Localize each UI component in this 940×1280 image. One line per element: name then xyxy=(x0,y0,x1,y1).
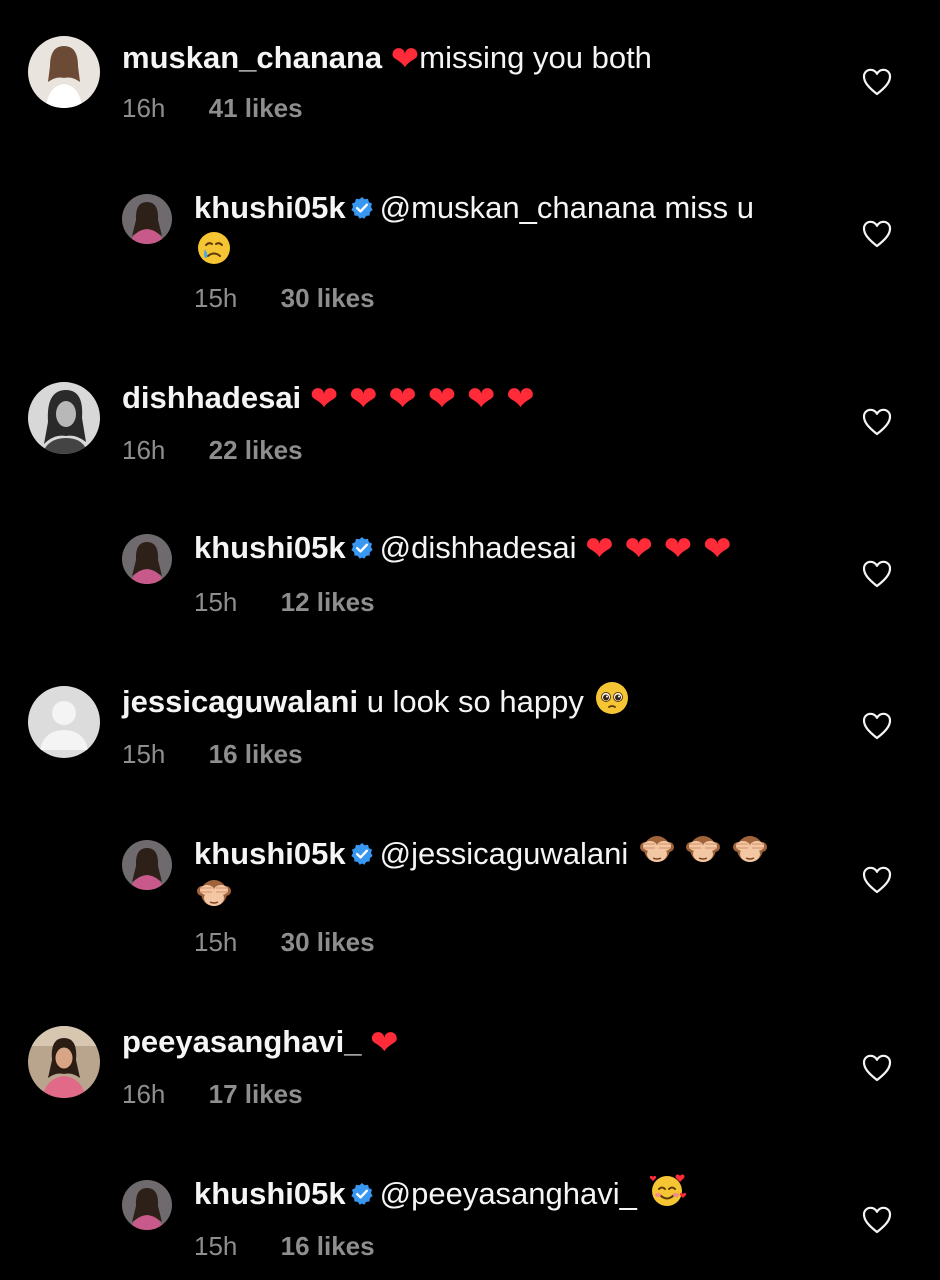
reply-message: @dishhadesai xyxy=(379,530,577,565)
crying-face-emoji xyxy=(196,230,232,266)
reply-time: 15h xyxy=(194,1231,238,1261)
reply-item: khushi05k @jessicaguwalani 15h 30 likes xyxy=(0,832,940,972)
comment-text: peeyasanghavi_ ❤ xyxy=(122,1020,822,1065)
comment-likes-count[interactable]: 22 likes xyxy=(209,434,303,466)
comment-item: peeyasanghavi_ ❤ 16h 17 likes xyxy=(0,1020,940,1120)
comment-username[interactable]: peeyasanghavi_ xyxy=(122,1024,362,1059)
comment-item: muskan_chanana ❤missing you both 16h 41 … xyxy=(0,36,940,136)
reply-likes-count[interactable]: 30 likes xyxy=(281,926,375,958)
reply-username[interactable]: khushi05k xyxy=(194,1176,346,1211)
verified-badge-icon xyxy=(350,536,374,560)
comment-time: 16h xyxy=(122,435,166,465)
avatar[interactable] xyxy=(28,1026,100,1098)
red-heart-emoji: ❤ ❤ ❤ ❤ xyxy=(585,529,732,569)
reply-meta: 15h 16 likes xyxy=(194,1230,375,1262)
comment-text: muskan_chanana ❤missing you both xyxy=(122,36,822,81)
reply-item: khushi05k @peeyasanghavi_ 15h 16 likes xyxy=(0,1172,940,1272)
avatar[interactable] xyxy=(28,36,100,108)
comment-meta: 16h 17 likes xyxy=(122,1078,303,1110)
avatar[interactable] xyxy=(122,840,172,890)
like-heart-icon[interactable] xyxy=(862,220,892,248)
reply-username[interactable]: khushi05k xyxy=(194,836,346,871)
reply-likes-count[interactable]: 16 likes xyxy=(281,1230,375,1262)
smiling-face-with-hearts-emoji xyxy=(648,1172,688,1208)
avatar[interactable] xyxy=(122,194,172,244)
reply-meta: 15h 12 likes xyxy=(194,586,375,618)
reply-likes-count[interactable]: 12 likes xyxy=(281,586,375,618)
avatar[interactable] xyxy=(122,1180,172,1230)
comment-time: 16h xyxy=(122,1079,166,1109)
reply-text: khushi05k @muskan_chanana miss u xyxy=(194,186,814,274)
comment-item: dishhadesai ❤ ❤ ❤ ❤ ❤ ❤ 16h 22 likes xyxy=(0,376,940,476)
comment-username[interactable]: muskan_chanana xyxy=(122,40,382,75)
reply-time: 15h xyxy=(194,587,238,617)
comment-meta: 15h 16 likes xyxy=(122,738,303,770)
like-heart-icon[interactable] xyxy=(862,1054,892,1082)
reply-text: khushi05k @peeyasanghavi_ xyxy=(194,1172,814,1216)
like-heart-icon[interactable] xyxy=(862,408,892,436)
comment-text: dishhadesai ❤ ❤ ❤ ❤ ❤ ❤ xyxy=(122,376,822,421)
avatar[interactable] xyxy=(28,382,100,454)
like-heart-icon[interactable] xyxy=(862,1206,892,1234)
comment-likes-count[interactable]: 41 likes xyxy=(209,92,303,124)
like-heart-icon[interactable] xyxy=(862,68,892,96)
comment-meta: 16h 22 likes xyxy=(122,434,303,466)
red-heart-emoji: ❤ xyxy=(370,1023,399,1063)
see-no-evil-monkey-emoji xyxy=(732,832,768,868)
see-no-evil-monkey-emoji xyxy=(639,832,675,868)
reply-likes-count[interactable]: 30 likes xyxy=(281,282,375,314)
reply-text: khushi05k @dishhadesai ❤ ❤ ❤ ❤ xyxy=(194,526,814,571)
comment-username[interactable]: jessicaguwalani xyxy=(122,684,358,719)
reply-username[interactable]: khushi05k xyxy=(194,530,346,565)
pleading-face-emoji xyxy=(594,680,630,716)
verified-badge-icon xyxy=(350,842,374,866)
see-no-evil-monkey-emoji xyxy=(685,832,721,868)
reply-message: @muskan_chanana miss u xyxy=(379,190,755,225)
like-heart-icon[interactable] xyxy=(862,866,892,894)
comment-message: missing you both xyxy=(419,40,652,75)
comment-meta: 16h 41 likes xyxy=(122,92,303,124)
like-heart-icon[interactable] xyxy=(862,560,892,588)
comment-time: 16h xyxy=(122,93,166,123)
reply-time: 15h xyxy=(194,283,238,313)
verified-badge-icon xyxy=(350,196,374,220)
reply-meta: 15h 30 likes xyxy=(194,926,375,958)
comment-likes-count[interactable]: 16 likes xyxy=(209,738,303,770)
red-heart-emoji: ❤ ❤ ❤ ❤ ❤ ❤ xyxy=(309,379,535,419)
reply-message: @peeyasanghavi_ xyxy=(379,1176,637,1211)
reply-username[interactable]: khushi05k xyxy=(194,190,346,225)
see-no-evil-monkey-emoji xyxy=(196,876,232,912)
comment-text: jessicaguwalani u look so happy xyxy=(122,680,822,724)
red-heart-emoji: ❤ xyxy=(390,39,420,79)
like-heart-icon[interactable] xyxy=(862,712,892,740)
comment-likes-count[interactable]: 17 likes xyxy=(209,1078,303,1110)
reply-item: khushi05k @muskan_chanana miss u 15h 30 l… xyxy=(0,186,940,316)
comment-username[interactable]: dishhadesai xyxy=(122,380,301,415)
reply-message: @jessicaguwalani xyxy=(379,836,629,871)
avatar[interactable] xyxy=(122,534,172,584)
reply-time: 15h xyxy=(194,927,238,957)
reply-item: khushi05k @dishhadesai ❤ ❤ ❤ ❤ 15h 12 lik… xyxy=(0,526,940,626)
avatar[interactable] xyxy=(28,686,100,758)
comment-item: jessicaguwalani u look so happy 15h 16 l… xyxy=(0,680,940,780)
reply-meta: 15h 30 likes xyxy=(194,282,375,314)
verified-badge-icon xyxy=(350,1182,374,1206)
reply-text: khushi05k @jessicaguwalani xyxy=(194,832,814,920)
comment-message: u look so happy xyxy=(366,684,584,719)
comment-time: 15h xyxy=(122,739,166,769)
